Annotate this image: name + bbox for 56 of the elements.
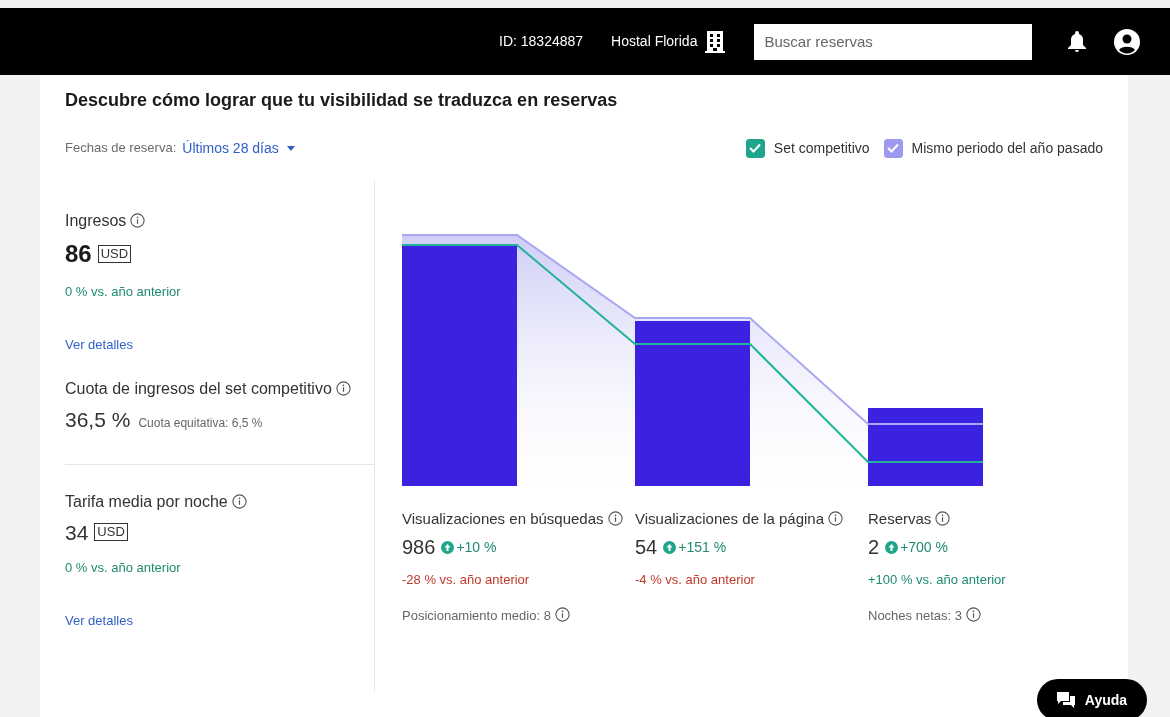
legend-toggle[interactable]: Mismo periodo del año pasado [883, 137, 1103, 159]
info-icon[interactable] [607, 511, 623, 526]
metric-title: Cuota de ingresos del set competitivo [65, 378, 374, 400]
metric-note: Cuota equitativa: 6,5 % [138, 415, 263, 432]
currency-label: USD [97, 245, 132, 263]
metric-title: Tarifa media por noche [65, 490, 374, 513]
caret-icon [286, 145, 295, 151]
stage-title: Reservas [868, 508, 1099, 530]
change-label: +151 % [663, 536, 727, 558]
details-link[interactable]: Ver detalles [65, 334, 133, 354]
arrow-up-icon [663, 540, 677, 554]
date-range-dropdown[interactable]: Últimos 28 días [182, 137, 295, 159]
metric-value: 36,5 % [65, 407, 131, 433]
currency-label: USD [94, 523, 128, 542]
date-filter-label: Fechas de reserva: [65, 139, 177, 158]
arrow-up-icon [885, 540, 899, 554]
stage-note: Posicionamiento medio: 8 [402, 605, 633, 625]
change-text: 0 % vs. año anterior [65, 559, 182, 577]
stage-note: Noches netas: 3 [868, 605, 1099, 625]
checkbox[interactable] [745, 138, 765, 158]
page-heading: Descubre cómo lograr que tu visibilidad se traduzca en reservas [64, 89, 619, 112]
arrow-up-icon [441, 540, 455, 554]
property-name[interactable]: Hostal Florida [611, 31, 698, 52]
info-icon[interactable] [231, 493, 247, 509]
info-icon[interactable] [965, 606, 981, 622]
check-icon [749, 143, 762, 153]
info-icon[interactable] [335, 381, 351, 396]
metric-value: 34 [65, 519, 89, 546]
info-icon[interactable] [935, 511, 951, 526]
change-text: -4 % vs. año anterior [635, 571, 756, 589]
account-icon[interactable] [1114, 28, 1141, 55]
info-icon[interactable] [554, 606, 570, 622]
stage-value: 2 [868, 535, 880, 560]
check-icon [887, 143, 900, 153]
stage-value: 986 [402, 535, 436, 560]
metric-value: 86 [65, 239, 92, 269]
chat-icon [1056, 692, 1075, 708]
change-text: -28 % vs. año anterior [402, 571, 531, 589]
help-button[interactable]: Ayuda [1037, 679, 1147, 717]
metric-title: Ingresos [65, 210, 374, 232]
checkbox[interactable] [883, 138, 903, 158]
info-icon[interactable] [130, 213, 146, 228]
search-field[interactable]: Buscar reservas [754, 23, 1033, 60]
legend-toggle[interactable]: Set competitivo [745, 137, 870, 159]
details-link[interactable]: Ver detalles [65, 610, 133, 630]
stage-value: 54 [635, 535, 658, 560]
info-icon[interactable] [828, 511, 844, 526]
building-icon[interactable] [705, 30, 726, 53]
change-text: 0 % vs. año anterior [65, 283, 182, 301]
change-label: +10 % [441, 536, 497, 558]
notification-bell-icon[interactable] [1068, 31, 1087, 52]
account-id: ID: 18324887 [499, 32, 584, 51]
change-text: +100 % vs. año anterior [868, 571, 1007, 589]
change-label: +700 % [885, 536, 948, 558]
stage-title: Visualizaciones en búsquedas [402, 508, 633, 530]
stage-title: Visualizaciones de la página [635, 508, 866, 530]
